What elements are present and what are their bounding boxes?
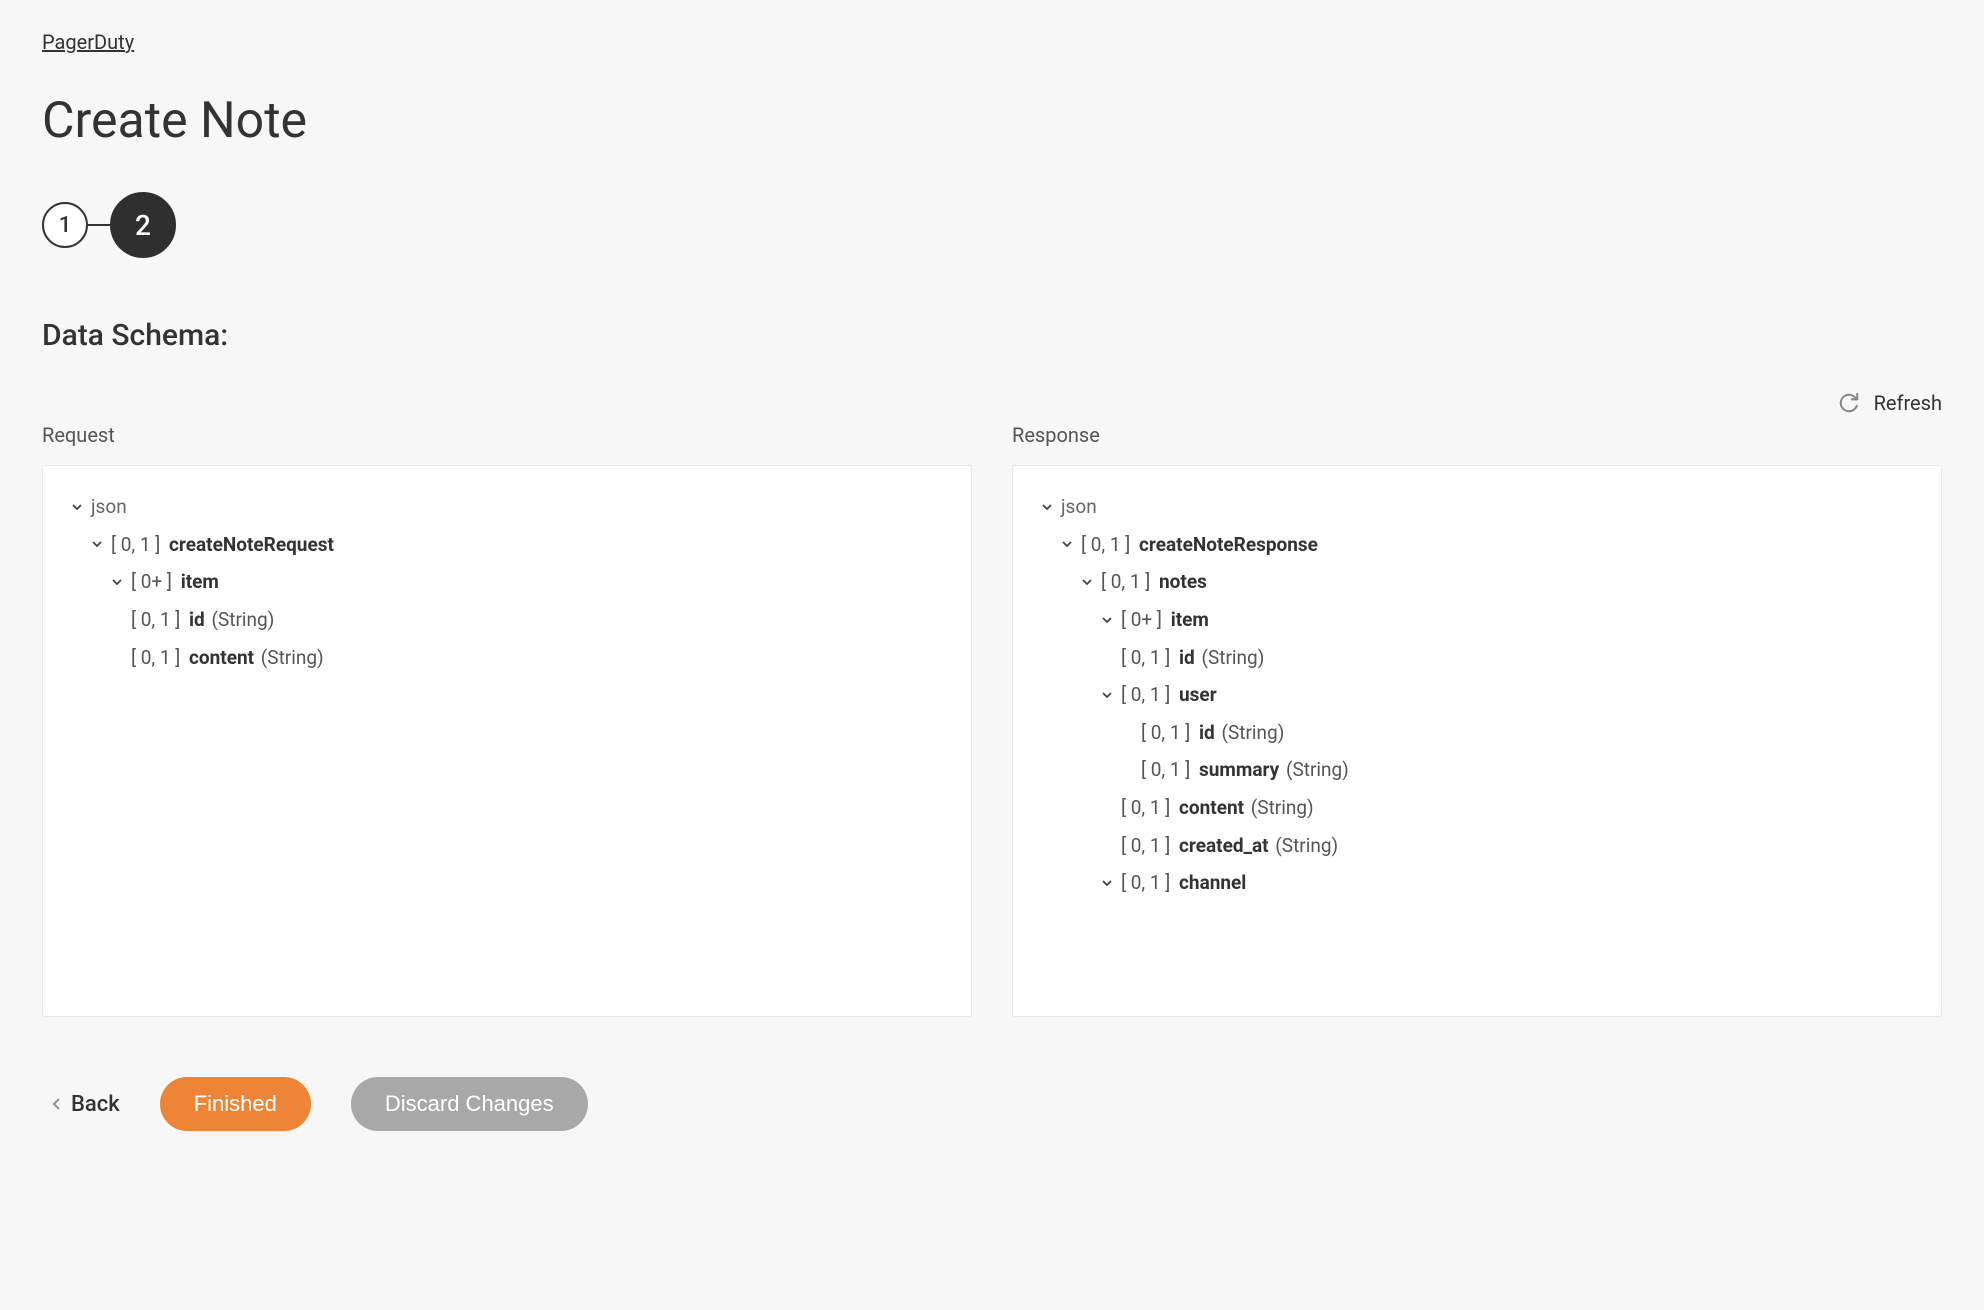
tree-cardinality: [ 0, 1 ] [131,607,180,633]
request-tree: json [ 0, 1 ] createNoteRequest [ 0+ ] i… [42,465,972,1017]
tree-name: createNoteResponse [1139,532,1318,558]
tree-type: (String) [1251,795,1314,821]
tree-type: (String) [1221,720,1284,746]
tree-cardinality: [ 0, 1 ] [1101,569,1150,595]
tree-cardinality: [ 0, 1 ] [111,532,160,558]
tree-node-createNoteResponse[interactable]: [ 0, 1 ] createNoteResponse [1057,532,1917,558]
tree-label: json [91,494,127,520]
chevron-down-icon [67,501,87,513]
tree-name: notes [1159,569,1207,595]
tree-node-item[interactable]: [ 0+ ] item [107,569,947,595]
tree-type: (String) [1201,645,1264,671]
tree-node-notes[interactable]: [ 0, 1 ] notes [1077,569,1917,595]
tree-name: summary [1199,757,1279,783]
back-button[interactable]: Back [52,1092,120,1117]
chevron-down-icon [1097,689,1117,701]
tree-name: item [1171,607,1209,633]
step-2[interactable]: 2 [110,192,176,258]
tree-cardinality: [ 0, 1 ] [1121,795,1170,821]
finished-button[interactable]: Finished [160,1077,311,1131]
tree-cardinality: [ 0, 1 ] [131,645,180,671]
response-header: Response [1012,423,1942,447]
response-tree: json [ 0, 1 ] createNoteResponse [ 0, 1 … [1012,465,1942,1017]
chevron-down-icon [1057,538,1077,550]
tree-node-channel[interactable]: [ 0, 1 ] channel [1097,870,1917,896]
tree-type: (String) [1275,833,1338,859]
tree-name: id [1179,645,1195,671]
tree-node-id[interactable]: [ 0, 1 ] id (String) [107,607,947,633]
step-1[interactable]: 1 [42,202,88,248]
page-title: Create Note [42,92,1942,150]
discard-button[interactable]: Discard Changes [351,1077,588,1131]
tree-type: (String) [261,645,324,671]
tree-node-json[interactable]: json [67,494,947,520]
breadcrumb-link[interactable]: PagerDuty [42,30,134,54]
tree-cardinality: [ 0+ ] [1121,607,1162,633]
tree-type: (String) [1286,757,1349,783]
tree-name: createNoteRequest [169,532,334,558]
tree-name: id [1199,720,1215,746]
tree-type: (String) [211,607,274,633]
tree-label: json [1061,494,1097,520]
stepper: 1 2 [42,192,1942,258]
chevron-left-icon [52,1097,61,1111]
response-column: Response json [ 0, 1 ] createNoteRespons… [1012,423,1942,1017]
tree-node-item[interactable]: [ 0+ ] item [1097,607,1917,633]
tree-name: content [1179,795,1244,821]
tree-node-created-at[interactable]: [ 0, 1 ] created_at (String) [1097,833,1917,859]
request-header: Request [42,423,972,447]
tree-node-user[interactable]: [ 0, 1 ] user [1097,682,1917,708]
tree-name: content [189,645,254,671]
tree-cardinality: [ 0, 1 ] [1141,757,1190,783]
tree-cardinality: [ 0+ ] [131,569,172,595]
tree-node-id[interactable]: [ 0, 1 ] id (String) [1097,645,1917,671]
back-label: Back [71,1092,120,1117]
tree-cardinality: [ 0, 1 ] [1121,645,1170,671]
tree-cardinality: [ 0, 1 ] [1121,682,1170,708]
tree-cardinality: [ 0, 1 ] [1121,870,1170,896]
chevron-down-icon [1037,501,1057,513]
chevron-down-icon [1097,614,1117,626]
tree-cardinality: [ 0, 1 ] [1141,720,1190,746]
request-column: Request json [ 0, 1 ] createNoteRequest [42,423,972,1017]
tree-node-user-summary[interactable]: [ 0, 1 ] summary (String) [1117,757,1917,783]
chevron-down-icon [1097,877,1117,889]
section-title: Data Schema: [42,318,1942,353]
chevron-down-icon [1077,576,1097,588]
tree-name: id [189,607,205,633]
tree-name: channel [1179,870,1246,896]
tree-cardinality: [ 0, 1 ] [1121,833,1170,859]
tree-node-content[interactable]: [ 0, 1 ] content (String) [107,645,947,671]
refresh-label: Refresh [1874,391,1942,415]
tree-node-json[interactable]: json [1037,494,1917,520]
refresh-button[interactable]: Refresh [42,391,1942,415]
tree-cardinality: [ 0, 1 ] [1081,532,1130,558]
tree-name: created_at [1179,833,1269,859]
chevron-down-icon [87,538,107,550]
tree-node-content[interactable]: [ 0, 1 ] content (String) [1097,795,1917,821]
refresh-icon [1838,392,1860,414]
tree-node-user-id[interactable]: [ 0, 1 ] id (String) [1117,720,1917,746]
step-connector [88,224,110,226]
tree-node-createNoteRequest[interactable]: [ 0, 1 ] createNoteRequest [87,532,947,558]
tree-name: item [181,569,219,595]
tree-name: user [1179,682,1217,708]
chevron-down-icon [107,576,127,588]
